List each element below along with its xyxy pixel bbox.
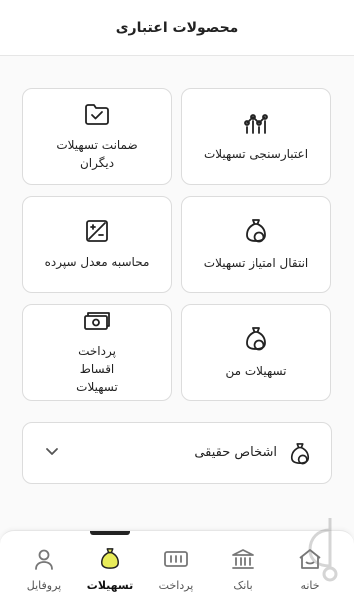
expander-label: اشخاص حقیقی [194, 445, 277, 460]
card-credit-scoring[interactable]: اعتبارسنجی تسهیلات [181, 88, 331, 185]
active-indicator [90, 531, 130, 535]
bank-icon [232, 549, 254, 569]
nav-profile[interactable]: پروفایل [11, 531, 77, 600]
card-label: محاسبه معدل سپرده [44, 254, 150, 269]
nav-label: پرداخت [158, 579, 194, 592]
money-bag-icon [246, 326, 266, 350]
card-label: انتقال امتیاز تسهیلات [203, 255, 309, 270]
card-label: ضمانت تسهیلات دیگران [56, 137, 138, 170]
nav-facilities[interactable]: تسهیلات [77, 531, 143, 600]
card-my-loans[interactable]: تسهیلات من [181, 304, 331, 401]
app-header: محصولات اعتباری [0, 0, 354, 56]
nav-label: تسهیلات [86, 579, 134, 592]
money-bag-icon [246, 218, 266, 242]
nav-bank[interactable]: بانک [210, 531, 276, 600]
page-title: محصولات اعتباری [115, 19, 239, 36]
card-guarantee[interactable]: ضمانت تسهیلات دیگران [22, 88, 172, 185]
chevron-down-icon[interactable] [45, 447, 59, 457]
nav-label: پروفایل [26, 579, 62, 592]
payment-icon [164, 551, 188, 567]
folder-check-icon [85, 103, 109, 125]
card-label: تسهیلات من [225, 363, 287, 378]
card-label: اعتبارسنجی تسهیلات [203, 146, 309, 161]
calculator-icon [86, 219, 108, 242]
store-watermark-icon [308, 518, 338, 582]
card-label: پرداخت اقساط تسهیلات [76, 343, 118, 394]
nav-label: بانک [233, 579, 253, 592]
money-bag-icon [101, 548, 119, 569]
user-icon [35, 549, 53, 570]
money-bag-icon [290, 443, 310, 465]
nav-payment[interactable]: پرداخت [143, 531, 209, 600]
cash-icon [84, 311, 110, 330]
chart-nodes-icon [244, 113, 268, 134]
card-deposit-average[interactable]: محاسبه معدل سپرده [22, 196, 172, 293]
card-transfer-points[interactable]: انتقال امتیاز تسهیلات [181, 196, 331, 293]
natural-persons-expander[interactable]: اشخاص حقیقی [22, 422, 332, 484]
card-pay-installments[interactable]: پرداخت اقساط تسهیلات [22, 304, 172, 401]
